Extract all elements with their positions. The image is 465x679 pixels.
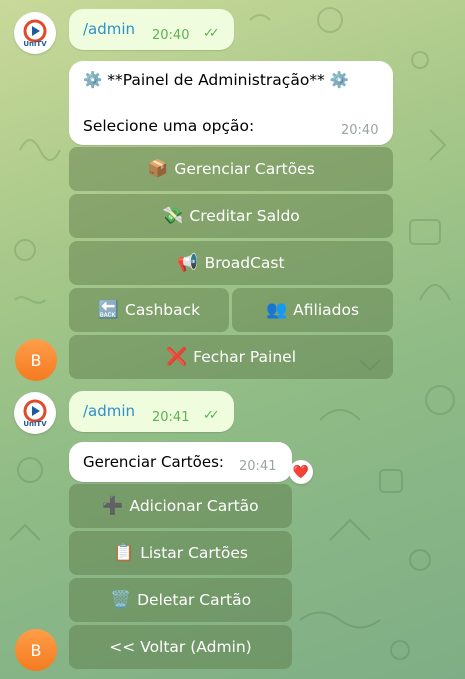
listar-cartoes-button[interactable]: 📋 Listar Cartões (69, 531, 292, 575)
message-time: 20:40 (152, 28, 190, 43)
creditar-saldo-button[interactable]: 💸 Creditar Saldo (69, 194, 393, 238)
fechar-painel-button[interactable]: ❌ Fechar Painel (69, 335, 393, 379)
button-label: << Voltar (Admin) (109, 638, 252, 656)
adicionar-cartao-button[interactable]: ➕ Adicionar Cartão (69, 484, 292, 528)
back-arrow-icon: 🔙 (97, 300, 120, 320)
outgoing-message[interactable]: /admin 20:40 ✓✓ (69, 9, 234, 50)
money-wings-icon: 💸 (162, 206, 184, 226)
loudspeaker-icon: 📢 (177, 253, 199, 273)
button-label: Cashback (125, 301, 201, 319)
message-time: 20:40 (341, 123, 379, 138)
double-check-icon: ✓✓ (203, 408, 220, 423)
button-label: Adicionar Cartão (129, 497, 259, 515)
button-label: Afiliados (293, 301, 360, 319)
panel-title: ⚙️ **Painel de Administração** ⚙️ (83, 71, 350, 89)
plus-icon: ➕ (102, 496, 124, 516)
user-avatar[interactable]: B (15, 339, 57, 381)
gerenciar-cartoes-message: Gerenciar Cartões: 20:41 (69, 442, 292, 482)
bot-logo-text: UniTV (23, 39, 47, 48)
double-check-icon: ✓✓ (203, 26, 220, 41)
button-label: Listar Cartões (140, 544, 248, 562)
afiliados-button[interactable]: 👥 Afiliados (232, 288, 393, 332)
button-label: Creditar Saldo (189, 207, 300, 225)
button-label: Deletar Cartão (137, 591, 252, 609)
message-time: 20:41 (239, 459, 277, 474)
button-label: Gerenciar Cartões (174, 160, 315, 178)
admin-panel-message: ⚙️ **Painel de Administração** ⚙️ Seleci… (69, 61, 393, 145)
bot-logo-text: UniTV (23, 419, 47, 428)
people-icon: 👥 (265, 300, 288, 320)
clipboard-icon: 📋 (113, 543, 135, 563)
bot-avatar[interactable]: UniTV (14, 12, 56, 54)
gerenciar-cartoes-button[interactable]: 📦 Gerenciar Cartões (69, 147, 393, 191)
bot-avatar[interactable]: UniTV (14, 392, 56, 434)
outgoing-message[interactable]: /admin 20:41 ✓✓ (69, 391, 234, 432)
voltar-admin-button[interactable]: << Voltar (Admin) (69, 625, 292, 669)
message-time: 20:41 (152, 410, 190, 425)
cashback-button[interactable]: 🔙 Cashback (69, 288, 229, 332)
button-label: Fechar Painel (193, 348, 297, 366)
cross-mark-icon: ❌ (165, 347, 188, 367)
user-avatar[interactable]: B (15, 629, 57, 671)
command-link[interactable]: /admin (83, 402, 135, 420)
panel-prompt: Selecione uma opção: (83, 117, 255, 135)
deletar-cartao-button[interactable]: 🗑️ Deletar Cartão (69, 578, 292, 622)
message-text: Gerenciar Cartões: (83, 453, 224, 471)
command-link[interactable]: /admin (83, 20, 135, 38)
heart-reaction-icon[interactable]: ❤️ (289, 460, 313, 484)
broadcast-button[interactable]: 📢 BroadCast (69, 241, 393, 285)
button-label: BroadCast (204, 254, 285, 272)
trash-icon: 🗑️ (109, 590, 132, 610)
package-icon: 📦 (147, 159, 169, 179)
